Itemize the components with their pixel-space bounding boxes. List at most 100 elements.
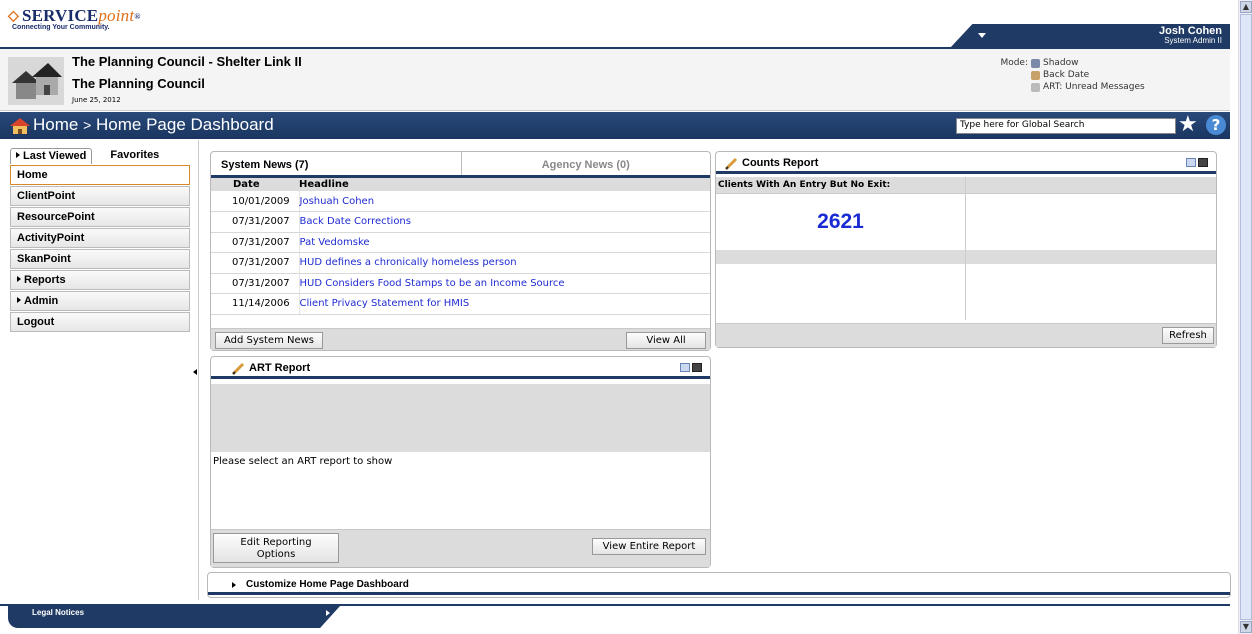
legal-notices-tab[interactable]: Legal Notices	[8, 606, 340, 628]
tab-system-news[interactable]: System News (7)	[211, 152, 461, 175]
legal-notices-label: Legal Notices	[32, 608, 85, 617]
tab-last-viewed[interactable]: Last Viewed	[10, 148, 93, 164]
news-footer: Add System News View All	[211, 328, 710, 350]
help-icon[interactable]: ?	[1206, 115, 1226, 135]
scroll-down-icon[interactable]: ▼	[1240, 621, 1252, 633]
current-date: June 25, 2012	[72, 96, 121, 104]
table-row: 07/31/2007 HUD Considers Food Stamps to …	[211, 273, 710, 294]
nav-item-clientpoint[interactable]: ClientPoint	[10, 186, 190, 206]
breadcrumb-bar: Home > Home Page Dashboard Type here for…	[0, 112, 1230, 139]
nav-splitter[interactable]	[198, 140, 199, 600]
news-headline-link[interactable]: Back Date Corrections	[299, 211, 710, 233]
expand-arrow-icon	[16, 152, 20, 158]
refresh-button[interactable]: Refresh	[1162, 327, 1214, 344]
news-date: 11/14/2006	[211, 293, 300, 315]
nav-item-resourcepoint[interactable]: ResourcePoint	[10, 207, 190, 227]
news-headline-link[interactable]: HUD Considers Food Stamps to be an Incom…	[299, 273, 710, 294]
table-row: 10/01/2009 Joshuah Cohen	[211, 191, 710, 212]
left-navigation: Last Viewed Favorites Home ClientPoint R…	[10, 148, 190, 332]
mode-panel: Mode: Shadow Back Date ART: Unread Messa…	[990, 58, 1145, 94]
nav-item-reports[interactable]: Reports	[10, 270, 190, 290]
nav-item-logout[interactable]: Logout	[10, 312, 190, 332]
column-header-headline: Headline	[299, 178, 710, 191]
news-date: 07/31/2007	[211, 273, 300, 294]
table-row: 07/31/2007 HUD defines a chronically hom…	[211, 252, 710, 274]
art-footer: Edit Reporting Options View Entire Repor…	[211, 529, 710, 567]
user-menu[interactable]: Josh Cohen System Admin II	[950, 24, 1230, 48]
collapse-nav-icon[interactable]	[193, 369, 197, 375]
customize-dashboard[interactable]: Customize Home Page Dashboard	[207, 572, 1231, 598]
expand-arrow-icon	[326, 610, 330, 616]
breadcrumb: Home > Home Page Dashboard	[33, 115, 274, 135]
news-headline-link[interactable]: Joshuah Cohen	[299, 191, 710, 212]
expand-arrow-icon	[232, 582, 236, 588]
expand-arrow-icon	[17, 276, 21, 282]
pencil-icon	[231, 362, 245, 376]
pencil-icon	[724, 157, 738, 171]
table-row: 11/14/2006 Client Privacy Statement for …	[211, 293, 710, 315]
footer-divider	[0, 604, 1230, 606]
breadcrumb-home[interactable]: Home	[33, 115, 78, 134]
news-table: Date Headline 10/01/2009 Joshuah Cohen 0…	[211, 178, 710, 315]
nav-item-skanpoint[interactable]: SkanPoint	[10, 249, 190, 269]
nav-item-admin[interactable]: Admin	[10, 291, 190, 311]
news-headline-link[interactable]: Client Privacy Statement for HMIS	[299, 293, 710, 315]
mode-label: Mode:	[1000, 58, 1028, 68]
art-messages-icon	[1031, 82, 1040, 92]
news-headline-link[interactable]: Pat Vedomske	[299, 232, 710, 253]
mode-art-messages[interactable]: ART: Unread Messages	[1043, 82, 1145, 92]
user-role: System Admin II	[1164, 36, 1222, 45]
home-icon[interactable]	[10, 117, 30, 135]
news-headline-link[interactable]: HUD defines a chronically homeless perso…	[299, 252, 710, 274]
news-date: 07/31/2007	[211, 252, 300, 274]
vertical-scrollbar[interactable]: ▲ ▼	[1238, 0, 1252, 634]
close-icon[interactable]	[692, 363, 702, 372]
news-date: 07/31/2007	[211, 232, 300, 253]
agency-name: The Planning Council	[72, 76, 205, 91]
edit-reporting-options-button[interactable]: Edit Reporting Options	[213, 533, 339, 563]
shadow-icon	[1031, 58, 1040, 68]
system-news-panel: System News (7) Agency News (0) Date Hea…	[210, 151, 711, 351]
servicepoint-logo: ◇ SERVICE point ® Connecting Your Communit…	[8, 6, 141, 31]
nav-item-home[interactable]: Home	[10, 165, 190, 185]
counts-report-panel: Counts Report Clients With An Entry But …	[715, 151, 1217, 348]
view-all-button[interactable]: View All	[626, 332, 706, 349]
expand-arrow-icon	[17, 297, 21, 303]
tab-agency-news[interactable]: Agency News (0)	[460, 152, 710, 175]
panel-title: Counts Report	[742, 157, 819, 169]
table-row: 07/31/2007 Back Date Corrections	[211, 211, 710, 233]
panel-title: ART Report	[249, 362, 311, 374]
global-search-input[interactable]: Type here for Global Search	[956, 118, 1176, 134]
counts-value: 2621	[716, 194, 966, 250]
nav-item-activitypoint[interactable]: ActivityPoint	[10, 228, 190, 248]
mode-back-date[interactable]: Back Date	[1043, 70, 1089, 80]
art-report-area	[211, 384, 710, 452]
add-system-news-button[interactable]: Add System News	[215, 332, 323, 349]
chevron-down-icon[interactable]	[978, 33, 986, 38]
favorite-star-icon[interactable]: ★	[1178, 113, 1198, 137]
org-info-bar: The Planning Council - Shelter Link II T…	[0, 49, 1230, 111]
page-title: Home Page Dashboard	[96, 115, 274, 134]
news-date: 07/31/2007	[211, 211, 300, 233]
houses-icon	[8, 57, 64, 105]
back-date-icon	[1031, 70, 1040, 80]
column-header-date: Date	[211, 178, 299, 191]
news-date: 10/01/2009	[211, 191, 300, 212]
breadcrumb-separator: >	[83, 117, 92, 133]
mode-shadow[interactable]: Shadow	[1043, 58, 1079, 68]
configure-icon[interactable]	[1186, 158, 1196, 167]
customize-label: Customize Home Page Dashboard	[246, 579, 409, 590]
close-icon[interactable]	[1198, 158, 1208, 167]
art-message: Please select an ART report to show	[213, 456, 393, 467]
tab-favorites[interactable]: Favorites	[92, 148, 165, 164]
configure-icon[interactable]	[680, 363, 690, 372]
counts-footer: Refresh	[716, 323, 1216, 347]
table-row: 07/31/2007 Pat Vedomske	[211, 232, 710, 253]
org-title: The Planning Council - Shelter Link II	[72, 54, 302, 69]
scroll-up-icon[interactable]: ▲	[1240, 1, 1252, 13]
counts-header: Clients With An Entry But No Exit:	[716, 177, 966, 194]
logo-diamond-icon: ◇	[8, 8, 19, 24]
view-entire-report-button[interactable]: View Entire Report	[592, 538, 706, 555]
art-report-panel: ART Report Please select an ART report t…	[210, 356, 711, 568]
scroll-thumb[interactable]	[1240, 14, 1252, 620]
